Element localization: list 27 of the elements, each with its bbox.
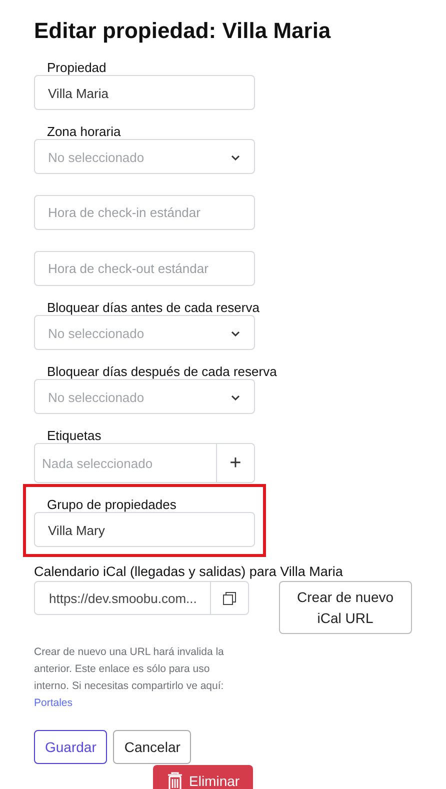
portals-link[interactable]: Portales xyxy=(34,697,73,709)
field-label: Propiedad xyxy=(47,60,106,75)
field-placeholder: No seleccionado xyxy=(48,389,144,407)
field-value: Villa Maria xyxy=(48,85,110,103)
save-button[interactable]: Guardar xyxy=(34,730,108,764)
field-label: Bloquear días antes de cada reserva xyxy=(47,300,260,315)
input-field[interactable]: Hora de check-in estándar xyxy=(34,195,255,230)
chevron-down-icon xyxy=(231,331,240,337)
regenerate-url-button[interactable]: Crear de nuevo iCal URL xyxy=(278,581,412,634)
delete-button[interactable]: Eliminar xyxy=(153,765,253,789)
field-label: Grupo de propiedades xyxy=(47,497,176,512)
help-text: Crear de nuevo una URL hará invalida la anterior. Este enlace es sólo para uso interno. Si necesitas compartirlo ve aquí: xyxy=(34,646,224,692)
cancel-button[interactable]: Cancelar xyxy=(113,730,192,764)
page-title: Editar propiedad: Villa Maria xyxy=(34,18,332,44)
field-value: Villa Mary xyxy=(48,522,106,540)
field-label: Bloquear días después de cada reserva xyxy=(47,364,277,379)
trash-icon xyxy=(167,772,183,789)
chevron-down-icon xyxy=(231,155,240,161)
chevron-down-icon xyxy=(231,395,240,401)
text-field[interactable]: Villa Mary xyxy=(34,512,255,547)
field-label: Zona horaria xyxy=(47,124,121,139)
field-placeholder: No seleccionado xyxy=(48,149,144,167)
field-label: Etiquetas xyxy=(47,428,102,443)
field-placeholder: No seleccionado xyxy=(48,325,144,343)
ical-label: Calendario iCal (llegadas y salidas) para Villa Maria xyxy=(34,564,344,579)
text-field[interactable]: Villa Maria xyxy=(34,75,255,110)
input-field[interactable]: Hora de check-out estándar xyxy=(34,251,255,286)
